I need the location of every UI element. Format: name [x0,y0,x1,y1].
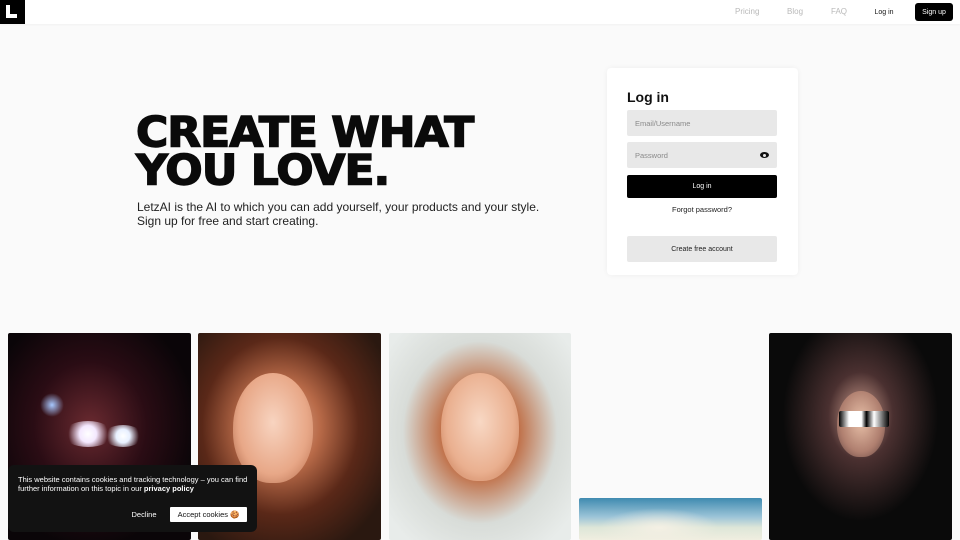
nav-blog[interactable]: Blog [787,7,803,16]
gallery-image-5[interactable] [769,333,952,540]
image-light-glow [103,425,143,447]
image-visor [839,411,889,427]
hero-title-line-2: YOU LOVE. [135,146,391,195]
accept-cookies-button[interactable]: Accept cookies 🍪 [170,507,247,522]
login-button[interactable]: Log in [627,175,777,198]
image-cloud [599,508,719,540]
hero-title: CREATE WHAT YOU LOVE. [135,111,596,195]
login-card: Log in Log in Forgot password? Create fr… [607,68,798,275]
header-login-button[interactable]: Log in [866,3,902,21]
nav-faq[interactable]: FAQ [831,7,847,16]
forgot-password-link[interactable]: Forgot password? [627,205,777,214]
nav-pricing[interactable]: Pricing [735,7,759,16]
letzai-logo[interactable] [0,0,25,24]
cookie-message: This website contains cookies and tracki… [18,475,248,493]
cookie-text: This website contains cookies and tracki… [18,475,248,493]
image-face [441,373,519,481]
email-input[interactable] [627,110,777,136]
eye-icon[interactable] [760,152,769,158]
hero-subtitle-line-1: LetzAI is the AI to which you can add yo… [137,200,540,214]
password-input[interactable] [627,142,777,168]
top-header: Pricing Blog FAQ Log in Sign up [0,0,960,24]
cookie-banner: This website contains cookies and tracki… [8,465,257,532]
privacy-policy-link[interactable]: privacy policy [144,484,194,493]
image-light-glow [40,393,64,417]
hero-subtitle-line-2: Sign up for free and start creating. [137,214,319,228]
header-signup-button[interactable]: Sign up [915,3,953,21]
create-free-account-button[interactable]: Create free account [627,236,777,262]
gallery-image-4[interactable] [579,498,762,540]
decline-cookies-button[interactable]: Decline [124,507,164,522]
hero-subtitle: LetzAI is the AI to which you can add yo… [137,200,557,228]
login-card-title: Log in [627,89,669,105]
gallery-image-3[interactable] [389,333,571,540]
